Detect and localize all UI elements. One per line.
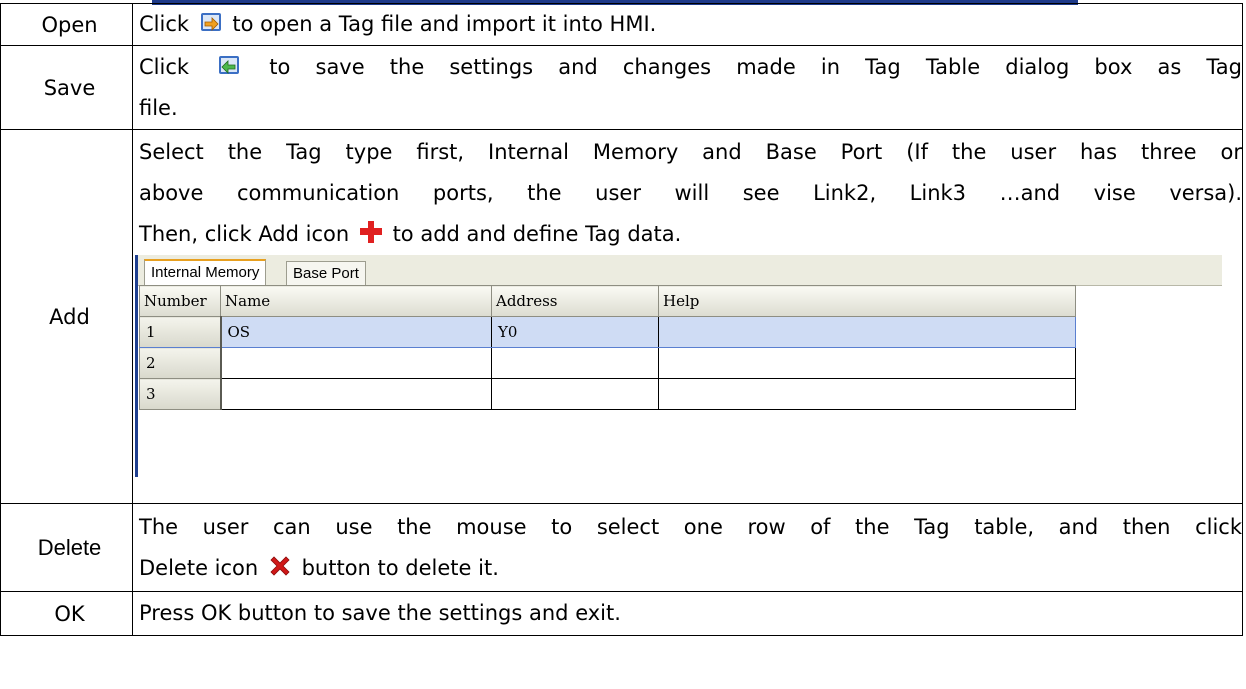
save-text-pre: Click	[139, 54, 190, 79]
add-text-line1: Select the Tag type first, Internal Memo…	[139, 140, 1242, 164]
cell-help[interactable]	[658, 316, 1076, 348]
open-file-icon	[200, 13, 221, 31]
add-text-line3-post: to add and define Tag data.	[392, 222, 682, 246]
delete-text-line2-pre: Delete icon	[139, 555, 259, 580]
open-text-post: to open a Tag file and import it into HM…	[232, 12, 657, 36]
tab-internal-memory[interactable]: Internal Memory	[144, 259, 267, 287]
cell-name[interactable]	[220, 347, 492, 379]
row-add: Add Select the Tag type first, Internal …	[0, 129, 1243, 504]
cell-address[interactable]	[491, 347, 659, 379]
row-label-delete: Delete	[0, 503, 133, 592]
col-name[interactable]: Name	[220, 285, 492, 317]
cell-help[interactable]	[658, 347, 1076, 379]
col-help[interactable]: Help	[658, 285, 1076, 317]
tag-table-panel: Internal Memory Base Port Number Name Ad…	[135, 255, 1242, 477]
row-save: Save Click to save the settings and chan…	[0, 45, 1243, 130]
tab-strip: Internal Memory Base Port	[138, 255, 1222, 287]
table-row[interactable]: 3	[139, 378, 1076, 410]
delete-text-line2: Delete icon button to delete it.	[139, 548, 1242, 589]
row-ok: OK Press OK button to save the settings …	[0, 591, 1243, 636]
row-number[interactable]: 2	[139, 347, 222, 379]
cell-name[interactable]: OS	[220, 316, 492, 348]
row-label-save: Save	[0, 45, 133, 130]
add-text-line3-pre: Then, click Add icon	[139, 222, 350, 246]
save-text-line2: file.	[139, 95, 178, 120]
row-desc-add: Select the Tag type first, Internal Memo…	[132, 129, 1243, 504]
description-table: Open Click to open a Tag file and import…	[0, 3, 1243, 636]
save-text-post: to save the settings and changes made in…	[269, 54, 1242, 79]
table-row[interactable]: 2	[139, 347, 1076, 379]
tag-grid: Number Name Address Help 1 OS Y0 2 3	[139, 285, 1076, 410]
row-desc-save: Click to save the settings and changes m…	[132, 45, 1243, 130]
cell-help[interactable]	[658, 378, 1076, 410]
cell-address[interactable]	[491, 378, 659, 410]
delete-text-line1: The user can use the mouse to select one…	[139, 514, 1242, 539]
row-desc-ok: Press OK button to save the settings and…	[132, 591, 1243, 636]
col-address[interactable]: Address	[491, 285, 659, 317]
col-number[interactable]: Number	[139, 285, 221, 317]
row-desc-open: Click to open a Tag file and import it i…	[132, 3, 1243, 46]
add-plus-icon	[359, 221, 382, 243]
panel-edge	[135, 255, 138, 477]
table-row[interactable]: 1 OS Y0	[139, 316, 1076, 348]
row-number[interactable]: 1	[139, 316, 222, 348]
row-desc-delete: The user can use the mouse to select one…	[132, 503, 1243, 592]
save-file-icon	[219, 55, 240, 74]
add-text-line3: Then, click Add icon to add and define T…	[139, 214, 1242, 255]
delete-x-icon	[270, 555, 290, 576]
delete-text-line2-post: button to delete it.	[301, 555, 499, 580]
row-number[interactable]: 3	[139, 378, 222, 410]
tab-base-port[interactable]: Base Port	[286, 261, 366, 285]
row-label-ok: OK	[0, 591, 133, 636]
open-text-pre: Click	[139, 12, 190, 36]
row-delete: Delete The user can use the mouse to sel…	[0, 503, 1243, 592]
cell-address[interactable]: Y0	[491, 316, 659, 348]
row-label-add: Add	[0, 129, 133, 504]
add-text-line2: above communication ports, the user will…	[139, 181, 1242, 205]
cell-name[interactable]	[220, 378, 492, 410]
grid-header: Number Name Address Help	[139, 285, 1076, 317]
row-label-open: Open	[0, 3, 133, 46]
row-open: Open Click to open a Tag file and import…	[0, 3, 1243, 46]
